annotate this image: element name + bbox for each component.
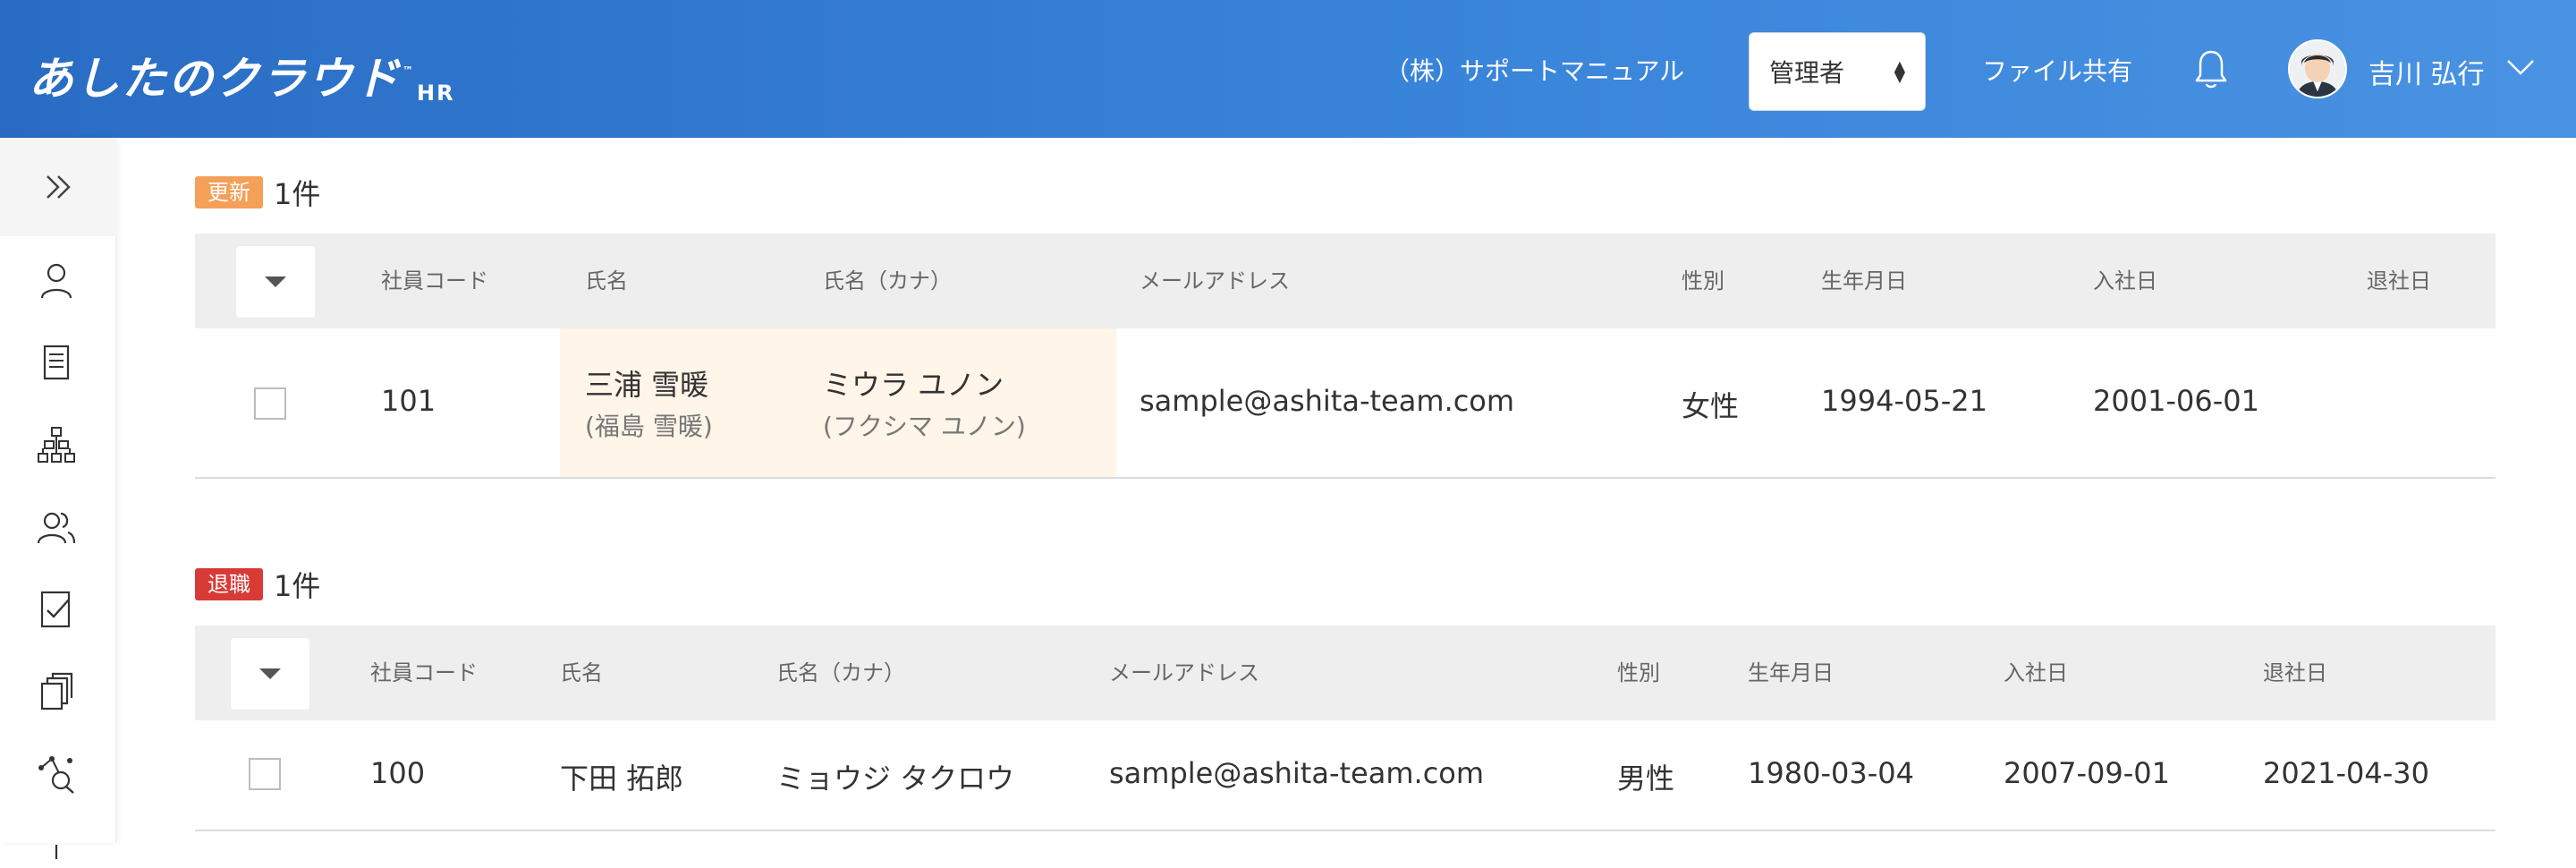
col-joined[interactable]: 入社日 — [2093, 234, 2157, 328]
analytics-search-icon[interactable] — [34, 752, 79, 796]
file-share-link[interactable]: ファイル共有 — [1982, 52, 2132, 88]
checklist-icon[interactable] — [34, 587, 79, 632]
role-select-value: 管理者 — [1769, 58, 1845, 88]
copy-icon[interactable] — [34, 669, 79, 714]
col-retired[interactable]: 退社日 — [2263, 625, 2327, 720]
company-name[interactable]: （株）サポートマニュアル — [1385, 52, 1684, 88]
cell-name-previous: (福島 雪暖) — [585, 412, 713, 441]
col-name-kana[interactable]: 氏名（カナ） — [776, 625, 905, 720]
table-row[interactable]: 100 下田 拓郎 ミョウジ タクロウ sample@ashita-team.c… — [195, 720, 2496, 831]
cell-name-kana: ミョウジ タクロウ — [776, 762, 1015, 796]
group-icon[interactable] — [34, 505, 79, 549]
update-section-header: 更新 1件 — [195, 172, 320, 213]
retire-badge: 退職 — [195, 568, 263, 600]
col-gender[interactable]: 性別 — [1682, 234, 1724, 328]
avatar[interactable] — [2288, 39, 2347, 98]
cell-birthdate: 1980-03-04 — [1748, 756, 1914, 790]
person-icon[interactable] — [34, 258, 79, 302]
cell-joined: 2007-09-01 — [2004, 756, 2170, 790]
cell-employee-code: 100 — [370, 756, 426, 790]
sidebar — [0, 138, 116, 859]
sidebar-expand-button[interactable] — [0, 138, 116, 236]
cell-name: 三浦 雪暖 — [585, 368, 709, 402]
cell-gender: 女性 — [1682, 389, 1740, 423]
cell-name-kana: ミウラ ユノン — [823, 368, 1004, 402]
col-retired[interactable]: 退社日 — [2367, 234, 2431, 328]
col-name-kana[interactable]: 氏名（カナ） — [823, 234, 952, 328]
bulk-select-dropdown[interactable] — [231, 638, 309, 710]
col-joined[interactable]: 入社日 — [2004, 625, 2068, 720]
cell-email: sample@ashita-team.com — [1109, 756, 1485, 790]
row-checkbox[interactable] — [254, 387, 286, 420]
cell-gender: 男性 — [1617, 762, 1675, 796]
col-employee-code[interactable]: 社員コード — [370, 625, 478, 720]
cell-employee-code: 101 — [381, 384, 436, 418]
logo-trademark: ™ — [402, 64, 415, 77]
chevron-down-icon[interactable] — [2504, 54, 2537, 81]
bell-icon[interactable] — [2193, 48, 2229, 89]
bulk-select-dropdown[interactable] — [236, 246, 315, 318]
col-birthdate[interactable]: 生年月日 — [1821, 234, 1907, 328]
retire-table: 社員コード 氏名 氏名（カナ） メールアドレス 性別 生年月日 入社日 退社日 … — [195, 625, 2496, 831]
triangle-down-icon — [259, 668, 281, 679]
cell-birthdate: 1994-05-21 — [1821, 384, 1987, 418]
partial-icon[interactable] — [34, 823, 79, 868]
col-name[interactable]: 氏名 — [560, 625, 603, 720]
app-logo[interactable]: あしたのクラウド ™ HR — [29, 43, 455, 107]
table-row[interactable]: 101 三浦 雪暖 (福島 雪暖) ミウラ ユノン (フクシマ ユノン) sam… — [195, 328, 2496, 479]
top-header: あしたのクラウド ™ HR （株）サポートマニュアル 管理者 ▲ ▼ ファイル共有… — [0, 0, 2576, 138]
cell-name-kana-previous: (フクシマ ユノン) — [823, 412, 1026, 441]
org-chart-icon[interactable] — [34, 422, 79, 467]
retire-count: 1件 — [274, 569, 321, 603]
col-email[interactable]: メールアドレス — [1140, 234, 1290, 328]
retire-section-header: 退職 1件 — [195, 564, 320, 605]
table-header: 社員コード 氏名 氏名（カナ） メールアドレス 性別 生年月日 入社日 退社日 — [195, 625, 2496, 720]
col-birthdate[interactable]: 生年月日 — [1748, 625, 1834, 720]
cell-name: 下田 拓郎 — [560, 762, 684, 796]
row-checkbox[interactable] — [249, 758, 281, 790]
cell-joined: 2001-06-01 — [2093, 384, 2259, 418]
double-chevron-right-icon — [47, 175, 71, 199]
triangle-down-icon — [265, 277, 286, 287]
table-header: 社員コード 氏名 氏名（カナ） メールアドレス 性別 生年月日 入社日 退社日 — [195, 234, 2496, 328]
logo-suffix: HR — [417, 81, 455, 106]
col-employee-code[interactable]: 社員コード — [381, 234, 488, 328]
cell-retired: 2021-04-30 — [2263, 756, 2429, 790]
role-select[interactable]: 管理者 ▲ ▼ — [1749, 32, 1926, 111]
update-badge: 更新 — [195, 176, 263, 208]
select-arrows-icon: ▲ ▼ — [1894, 57, 1905, 85]
document-icon[interactable] — [34, 340, 79, 385]
col-gender[interactable]: 性別 — [1617, 625, 1660, 720]
avatar-image — [2290, 41, 2345, 97]
update-table: 社員コード 氏名 氏名（カナ） メールアドレス 性別 生年月日 入社日 退社日 … — [195, 234, 2496, 479]
col-name[interactable]: 氏名 — [585, 234, 628, 328]
col-email[interactable]: メールアドレス — [1109, 625, 1259, 720]
logo-text: あしたのクラウド — [29, 53, 401, 105]
cell-email: sample@ashita-team.com — [1140, 384, 1515, 418]
update-count: 1件 — [274, 177, 321, 211]
user-name[interactable]: 吉川 弘行 — [2368, 52, 2485, 91]
